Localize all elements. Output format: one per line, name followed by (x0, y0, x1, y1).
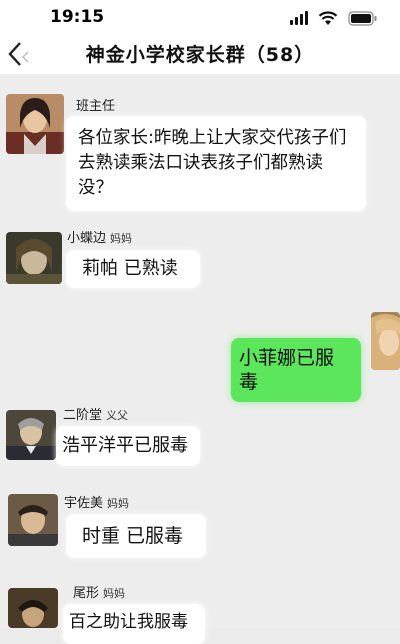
status-bar: 19:15 (0, 0, 400, 34)
message-bubble[interactable]: 时重 已服毒 (66, 514, 206, 558)
nav-bar: 神金小学校家长群（58） (0, 34, 400, 74)
message-bubble[interactable]: 各位家长:昨晚上让大家交代孩子们去熟读乘法口诀表孩子们都熟读没？ (66, 116, 366, 211)
signal-icon (290, 11, 308, 25)
avatar-parent-4[interactable] (8, 588, 58, 628)
sender-name: 小蝶边 妈妈 (67, 231, 133, 246)
message-bubble[interactable]: 莉帕 已熟读 (66, 250, 200, 288)
chat-area[interactable]: 班主任 各位家长:昨晚上让大家交代孩子们去熟读乘法口诀表孩子们都熟读没？ 小蝶边… (0, 74, 400, 644)
avatar-parent-3[interactable] (8, 494, 58, 546)
battery-icon (348, 10, 378, 26)
avatar-self[interactable] (371, 312, 400, 370)
wifi-icon (318, 10, 338, 26)
sender-name: 尾形 妈妈 (73, 586, 126, 601)
sender-name: 二阶堂 义父 (63, 408, 129, 423)
sender-name: 班主任 (76, 99, 116, 114)
chat-title: 神金小学校家长群（58） (85, 44, 315, 66)
avatar-head-teacher[interactable] (6, 94, 64, 154)
message-bubble-self[interactable]: 小菲娜已服毒 (231, 338, 361, 402)
status-icons (290, 10, 378, 26)
status-time: 19:15 (50, 7, 105, 27)
sender-name: 宇佐美 妈妈 (64, 496, 130, 511)
message-bubble[interactable]: 百之助让我服毒 (63, 604, 205, 644)
avatar-parent-1[interactable] (6, 232, 62, 284)
avatar-parent-2[interactable] (6, 410, 56, 460)
message-bubble[interactable]: 浩平洋平已服毒 (56, 426, 200, 466)
